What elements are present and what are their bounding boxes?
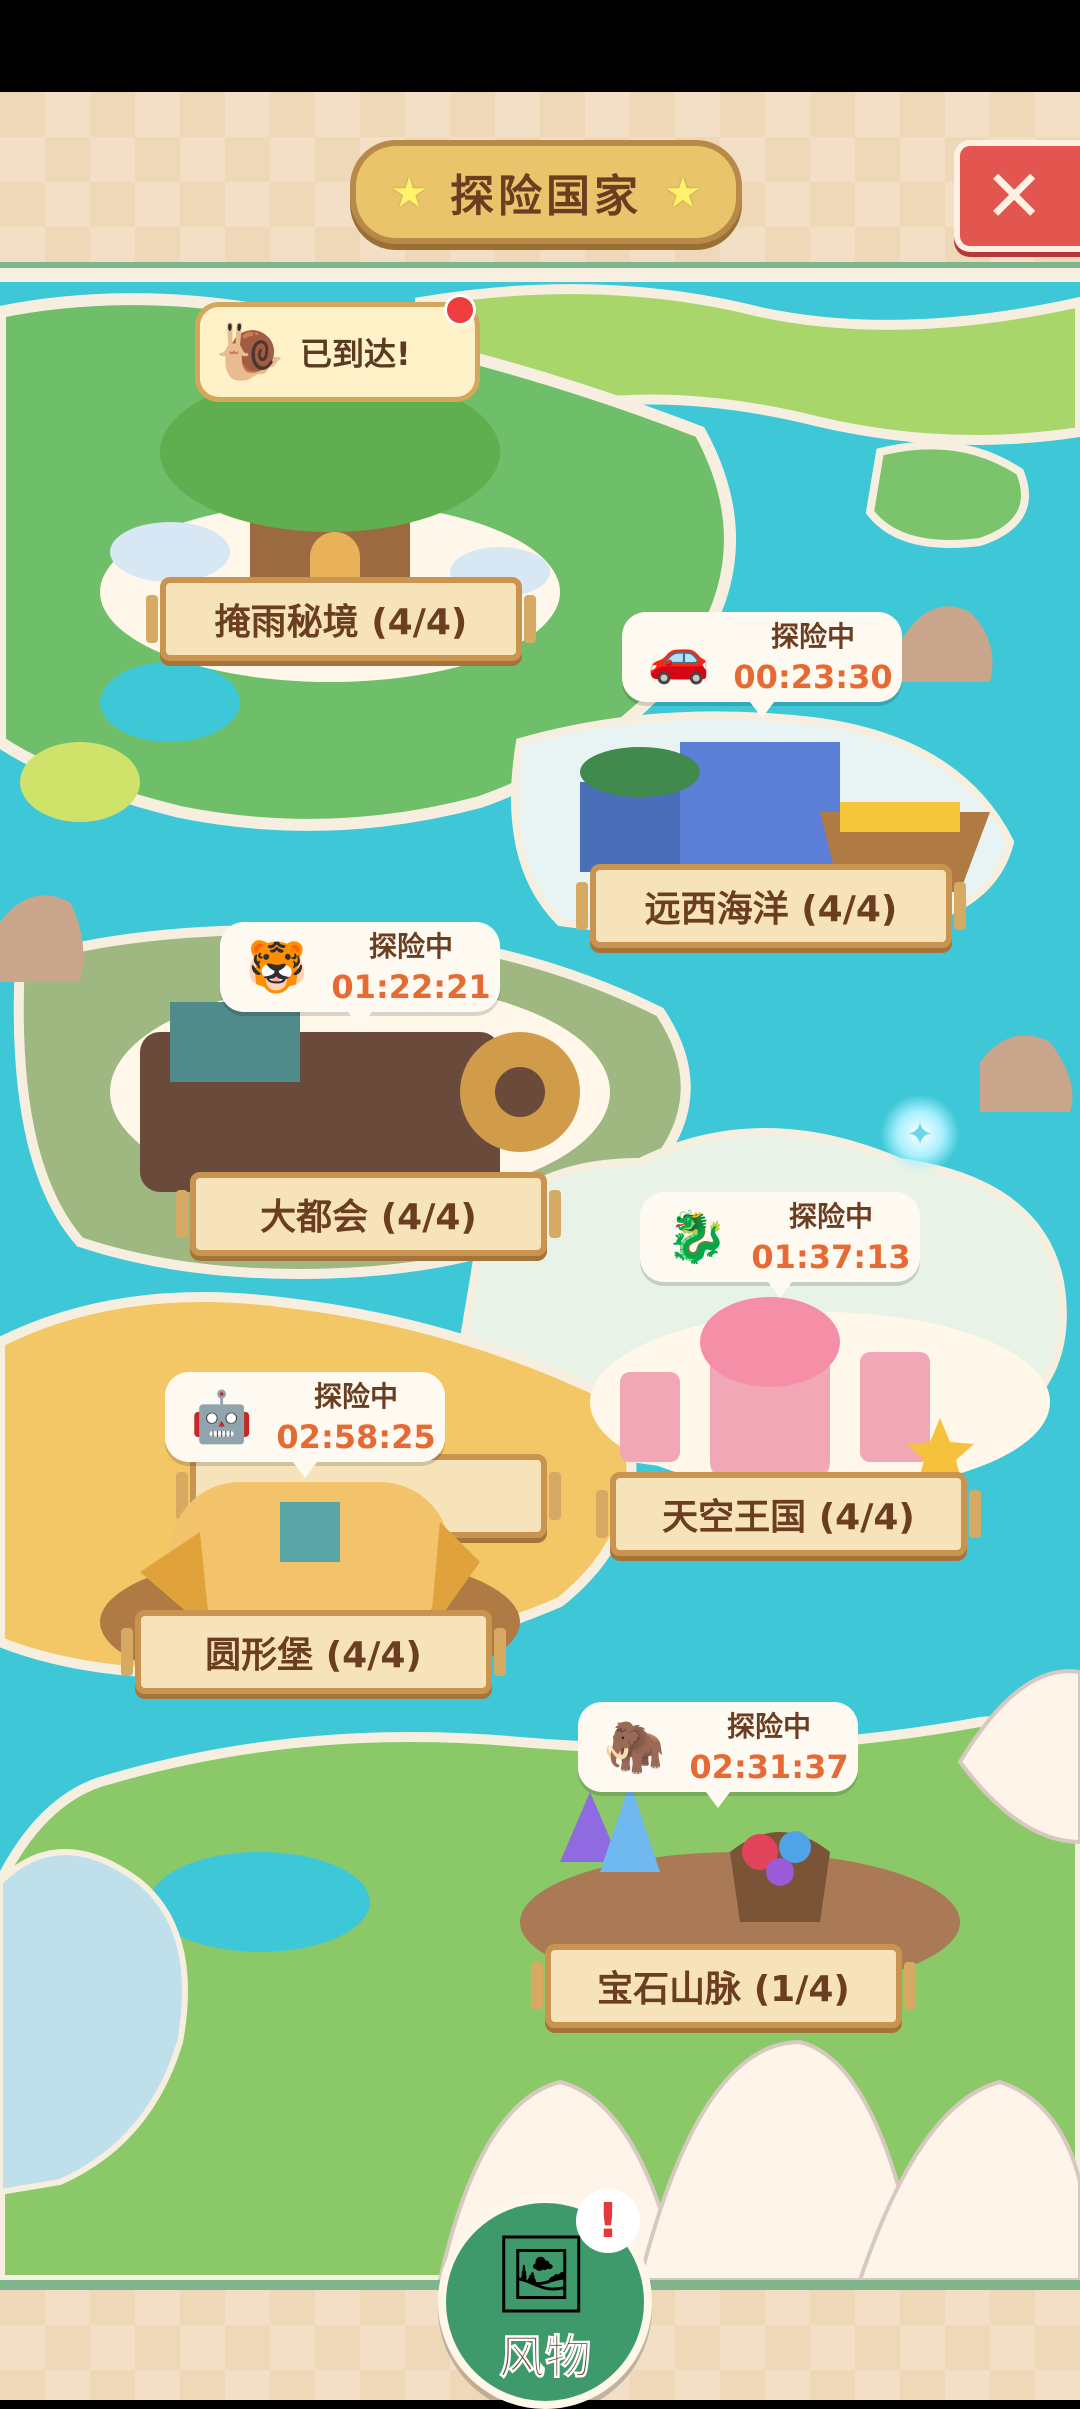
title-plaque: ★ 探险国家 ★ [350,140,742,244]
header: ★ 探险国家 ★ ✕ [0,92,1080,282]
location-gem-mountains[interactable]: 🦣 探险中 02:31:37 宝石山脉 (1/4) [500,1702,980,2042]
sparkle-icon[interactable]: ✦ [880,1094,960,1174]
star-icon: ★ [390,167,428,217]
snail-icon: 🐌 [215,320,285,385]
location-name: 远西海洋 (4/4) [644,889,898,930]
location-timer: 01:22:21 [331,968,491,1006]
exploring-bubble: 🚗 探险中 00:23:30 [622,612,902,718]
location-status: 已到达! [300,335,411,373]
location-timer: 02:31:37 [689,1748,849,1786]
location-round-fort[interactable]: 🤖 探险中 02:58:25 圆形堡 (4/4) [80,1372,560,1732]
close-icon: ✕ [984,154,1045,238]
car-icon: 🚗 [647,627,711,686]
location-timer: 02:58:25 [276,1418,436,1456]
exploring-bubble: 🐯 探险中 01:22:21 [220,922,500,1028]
location-banner[interactable]: 远西海洋 (4/4) [576,864,966,948]
location-name: 宝石山脉 (1/4) [597,1969,850,2010]
location-banner-metropolis[interactable]: 大都会 (4/4) [176,1172,561,1256]
location-banner[interactable]: 圆形堡 (4/4) [121,1610,506,1694]
robot-cat-icon: 🤖 [190,1387,254,1446]
location-status: 探险中 [313,1380,398,1413]
page-title: 探险国家 [450,171,642,222]
close-button[interactable]: ✕ [954,140,1080,252]
souvenir-button[interactable]: 🖼 风物 ! [438,2189,652,2409]
photo-frame-icon: 🖼 [492,2229,590,2318]
tiger-icon: 🐯 [245,937,309,996]
arrived-bubble: 🐌 已到达! [195,302,480,402]
location-status: 探险中 [726,1710,811,1743]
location-status: 探险中 [770,620,855,653]
location-timer: 00:23:30 [733,658,893,696]
alert-badge: ! [576,2189,640,2253]
exploring-bubble: 🤖 探险中 02:58:25 [165,1372,445,1478]
star-icon: ★ [664,167,702,217]
header-stripe [0,262,1080,282]
exploring-bubble: 🐉 探险中 01:37:13 [640,1192,920,1298]
location-timer: 01:37:13 [751,1238,911,1276]
location-name: 掩雨秘境 (4/4) [214,602,468,643]
location-name: 大都会 (4/4) [260,1197,477,1238]
location-banner[interactable]: 天空王国 (4/4) [596,1472,981,1556]
location-yuanxi[interactable]: 🚗 探险中 00:23:30 远西海洋 (4/4) [520,612,1040,952]
mammoth-icon: 🦣 [603,1717,667,1776]
location-sky-kingdom[interactable]: 🐉 探险中 01:37:13 天空王国 (4/4) [560,1192,1060,1556]
exploring-bubble: 🦣 探险中 02:31:37 [578,1702,858,1808]
status-bar [0,0,1080,92]
dragon-icon: 🐉 [665,1207,729,1266]
location-status: 探险中 [788,1200,873,1233]
world-map: 🐌 已到达! 掩雨秘境 (4/4) 🚗 探险中 00:23:30 远西海洋 (4… [0,282,1080,2280]
location-name: 圆形堡 (4/4) [205,1635,422,1676]
souvenir-label: 风物 [499,2330,592,2385]
location-name: 天空王国 (4/4) [662,1497,915,1538]
location-banner[interactable]: 宝石山脉 (1/4) [531,1944,916,2028]
location-status: 探险中 [368,930,453,963]
notification-dot [444,294,476,326]
location-banner[interactable]: 掩雨秘境 (4/4) [146,577,536,661]
